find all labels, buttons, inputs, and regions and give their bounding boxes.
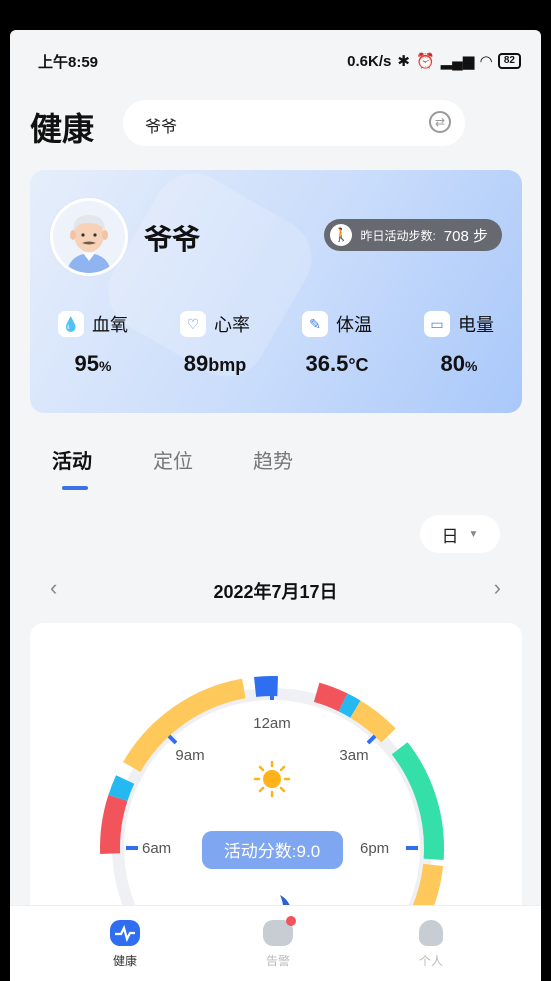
metric-unit: bmp: [208, 355, 247, 375]
date-navigator: ‹ 2022年7月17日 ›: [10, 575, 541, 605]
metric-value: 89: [183, 351, 209, 376]
steps-value: 708 步: [443, 227, 488, 245]
metric-blood-oxygen[interactable]: 💧 血氧 95%: [38, 311, 148, 377]
metric-value: 36.5: [305, 351, 349, 376]
metric-battery[interactable]: ▭ 电量 80%: [404, 311, 514, 377]
alert-chat-icon: [263, 916, 296, 946]
metric-label: 心率: [214, 315, 250, 335]
tab-activity[interactable]: 活动: [52, 445, 92, 474]
label-3am: 3am: [339, 747, 368, 764]
avatar[interactable]: [50, 198, 128, 276]
phone-screen: 上午8:59 0.6K/s ✱ ⏰ ▂▄▆ ◠ 82 健康 爷爷 ⇄ 爷爷 🚶 …: [10, 30, 541, 981]
swap-icon[interactable]: ⇄: [429, 111, 451, 133]
battery-icon: ▭: [424, 311, 450, 337]
tick-9am: [167, 734, 178, 745]
tab-location[interactable]: 定位: [153, 445, 193, 474]
net-speed: 0.6K/s: [347, 52, 392, 70]
metric-unit: °C: [348, 355, 369, 375]
droplet-icon: 💧: [58, 311, 84, 337]
member-selector[interactable]: 爷爷 ⇄: [123, 100, 465, 146]
metric-label: 电量: [458, 315, 494, 335]
nav-label: 个人: [418, 954, 443, 968]
activity-segment: [108, 775, 135, 802]
steps-label: 昨日活动步数:: [360, 228, 436, 243]
metric-value: 80: [440, 351, 466, 376]
activity-segment: [350, 700, 396, 743]
status-icons: 0.6K/s ✱ ⏰ ▂▄▆ ◠ 82: [347, 52, 521, 70]
tick-12am: [270, 689, 274, 700]
walking-icon: 🚶: [330, 224, 353, 246]
period-value: 日: [441, 526, 459, 546]
metric-unit: %: [465, 358, 478, 374]
thermometer-icon: ✎: [302, 311, 328, 337]
nav-label: 健康: [112, 954, 137, 968]
nav-alert[interactable]: 告警: [238, 916, 318, 969]
steps-badge: 🚶 昨日活动步数: 708 步: [324, 219, 502, 251]
score-text: 活动分数:9.0: [224, 842, 320, 861]
bluetooth-icon: ✱: [397, 53, 410, 70]
activity-segment: [254, 676, 279, 697]
metric-label: 体温: [336, 315, 372, 335]
period-dropdown[interactable]: 日 ▼: [420, 515, 500, 553]
sun-icon: [253, 760, 291, 798]
notification-dot: [286, 916, 296, 926]
activity-segment: [313, 682, 348, 712]
wifi-icon: ◠: [480, 53, 492, 70]
chevron-right-icon[interactable]: ›: [494, 575, 501, 601]
tick-6pm: [406, 846, 418, 850]
metric-value: 95: [74, 351, 100, 376]
signal-icon: ▂▄▆: [440, 53, 475, 70]
member-selector-value: 爷爷: [145, 119, 178, 136]
activity-clock: 12am 9am 3am 6am 6pm 活动分数:9.0: [100, 676, 444, 943]
metric-unit: %: [99, 358, 112, 374]
profile-name: 爷爷: [144, 224, 201, 255]
heart-pulse-icon: [110, 920, 140, 946]
tick-3am: [366, 734, 377, 745]
activity-chart-card: 12am 9am 3am 6am 6pm 活动分数:9.0: [30, 623, 522, 943]
nav-profile[interactable]: 个人: [391, 920, 471, 969]
heart-pulse-icon: ♡: [180, 311, 206, 337]
nav-label: 告警: [265, 954, 290, 968]
date-text: 2022年7月17日: [213, 582, 338, 602]
tab-bar: 活动 定位 趋势: [10, 445, 541, 495]
metric-heart-rate[interactable]: ♡ 心率 89bmp: [160, 311, 270, 377]
profile-card[interactable]: 爷爷 🚶 昨日活动步数: 708 步 💧 血氧 95% ♡ 心率 89bmp ✎…: [30, 170, 522, 413]
activity-segment: [338, 693, 361, 718]
tab-trend[interactable]: 趋势: [253, 445, 293, 474]
status-bar: 上午8:59 0.6K/s ✱ ⏰ ▂▄▆ ◠ 82: [10, 30, 541, 92]
label-12am: 12am: [253, 715, 291, 732]
bottom-nav: 健康 告警 个人: [10, 905, 541, 981]
nav-health[interactable]: 健康: [85, 920, 165, 969]
label-6pm: 6pm: [360, 840, 389, 857]
status-time: 上午8:59: [38, 53, 99, 71]
person-icon: [419, 920, 443, 946]
label-6am: 6am: [142, 840, 171, 857]
metric-temperature[interactable]: ✎ 体温 36.5°C: [282, 311, 392, 377]
caret-down-icon: ▼: [468, 528, 479, 540]
metric-label: 血氧: [92, 315, 128, 335]
tab-indicator: [62, 486, 88, 490]
activity-segment: [100, 794, 128, 855]
tick-6am: [126, 846, 138, 850]
label-9am: 9am: [175, 747, 204, 764]
battery-icon: 82: [497, 53, 521, 69]
alarm-icon: ⏰: [415, 53, 435, 70]
page-title: 健康: [30, 111, 95, 147]
elder-avatar-icon: [53, 201, 125, 273]
page-header: 健康 爷爷 ⇄: [10, 98, 541, 158]
